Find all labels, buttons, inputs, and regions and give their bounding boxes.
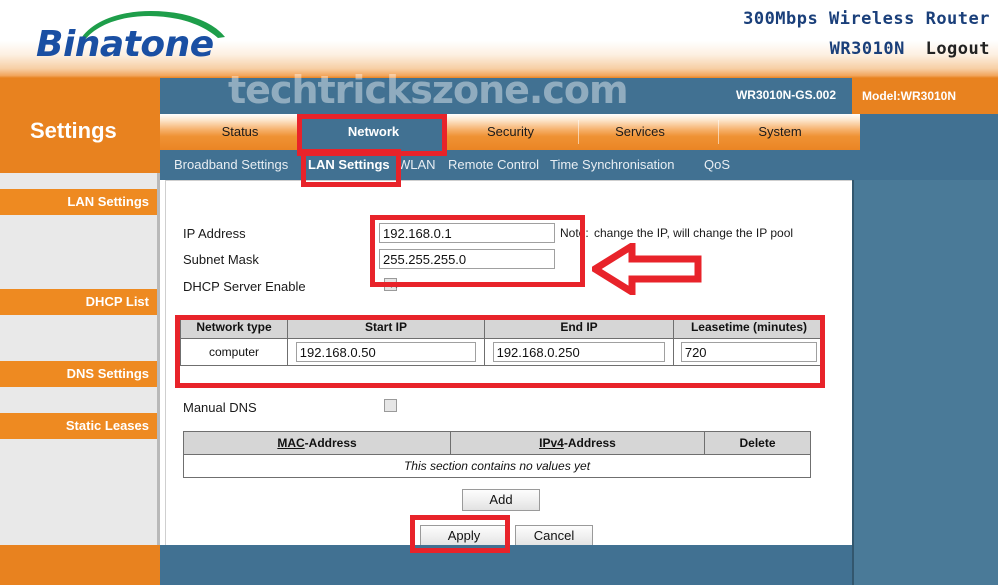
col-mac-rest: -Address xyxy=(304,436,357,450)
sidebar-item-dns-settings[interactable]: DNS Settings xyxy=(0,361,157,387)
sidebar-item-dhcp-list[interactable]: DHCP List xyxy=(0,289,157,315)
apply-button[interactable]: Apply xyxy=(420,525,508,547)
brand-name: Binatone xyxy=(36,24,214,65)
subnav-lan-settings[interactable]: LAN Settings xyxy=(308,150,390,180)
table-row: computer xyxy=(180,338,825,366)
subnet-mask-input[interactable] xyxy=(379,249,555,269)
ip-note-text: change the IP, will change the IP pool xyxy=(594,226,794,240)
col-ipv4-address: IPv4-Address xyxy=(450,431,705,455)
manual-dns-checkbox[interactable] xyxy=(384,399,397,412)
title-bar: techtrickszone.com WR3010N-GS.002 Model:… xyxy=(160,68,998,114)
nav-tab-services[interactable]: Services xyxy=(580,114,700,150)
footer-blue-block xyxy=(852,545,998,585)
main-navigation: Status Network Security Services System xyxy=(160,114,998,150)
sidebar-item-lan-settings[interactable]: LAN Settings xyxy=(0,189,157,215)
nav-tab-network[interactable]: Network xyxy=(301,114,446,150)
col-end-ip: End IP xyxy=(484,315,674,339)
settings-title: Settings xyxy=(30,118,117,143)
cancel-button[interactable]: Cancel xyxy=(515,525,593,547)
content-panel: IP Address Note: change the IP, will cha… xyxy=(165,180,852,547)
settings-banner: Settings xyxy=(0,78,160,173)
col-mac-accesskey: MAC xyxy=(277,436,305,450)
sidebar-item-static-leases[interactable]: Static Leases xyxy=(0,413,157,439)
col-leasetime: Leasetime (minutes) xyxy=(673,315,825,339)
ip-address-input[interactable] xyxy=(379,223,555,243)
subnav-wlan[interactable]: WLAN xyxy=(398,150,436,180)
right-decorative-panel xyxy=(852,180,998,545)
leasetime-input[interactable] xyxy=(680,342,818,362)
site-watermark: techtrickszone.com xyxy=(228,68,629,112)
table-header-row: MAC-Address IPv4-Address Delete xyxy=(183,431,811,455)
col-start-ip: Start IP xyxy=(287,315,485,339)
sub-navigation: Broadband Settings LAN Settings WLAN Rem… xyxy=(160,150,998,180)
col-ipv4-rest: -Address xyxy=(563,436,616,450)
cell-leasetime xyxy=(673,338,825,366)
nav-divider-2 xyxy=(578,120,579,144)
footer-bar xyxy=(0,545,998,585)
nav-divider-3 xyxy=(718,120,719,144)
subnav-qos[interactable]: QoS xyxy=(704,150,730,180)
add-button[interactable]: Add xyxy=(462,489,540,511)
ip-address-label: IP Address xyxy=(183,226,246,241)
empty-table-message: This section contains no values yet xyxy=(183,454,811,478)
brand-logo: Binatone xyxy=(36,8,256,70)
subnav-broadband-settings[interactable]: Broadband Settings xyxy=(174,150,288,180)
manual-dns-label: Manual DNS xyxy=(183,400,257,415)
subnav-remote-control[interactable]: Remote Control xyxy=(448,150,539,180)
nav-tab-system[interactable]: System xyxy=(720,114,840,150)
col-ipv4-accesskey: IPv4 xyxy=(539,436,564,450)
table-row-empty: This section contains no values yet xyxy=(183,454,811,478)
model-name: WR3010N xyxy=(829,39,905,59)
cell-network-type: computer xyxy=(180,338,288,366)
logout-link[interactable]: Logout xyxy=(926,39,990,59)
subnet-mask-label: Subnet Mask xyxy=(183,252,259,267)
dhcp-pool-table: Network type Start IP End IP Leasetime (… xyxy=(180,315,825,366)
product-info: 300Mbps Wireless Router WR3010N Logout xyxy=(743,4,990,64)
static-leases-table: MAC-Address IPv4-Address Delete This sec… xyxy=(183,431,811,478)
col-mac-address: MAC-Address xyxy=(183,431,451,455)
page-header: Binatone 300Mbps Wireless Router WR3010N… xyxy=(0,0,998,78)
dhcp-server-enable-label: DHCP Server Enable xyxy=(183,279,306,294)
product-line-1: 300Mbps Wireless Router xyxy=(743,9,990,29)
table-header-row: Network type Start IP End IP Leasetime (… xyxy=(180,315,825,339)
nav-tab-security[interactable]: Security xyxy=(448,114,573,150)
nav-tab-status[interactable]: Status xyxy=(180,114,300,150)
sidebar: LAN Settings DHCP List DNS Settings Stat… xyxy=(0,173,160,545)
firmware-version: WR3010N-GS.002 xyxy=(735,88,836,102)
cell-end-ip xyxy=(484,338,674,366)
nav-filler xyxy=(860,114,998,150)
end-ip-input[interactable] xyxy=(492,342,666,362)
start-ip-input[interactable] xyxy=(295,342,477,362)
dhcp-server-enable-checkbox[interactable] xyxy=(384,278,397,291)
col-delete: Delete xyxy=(704,431,811,455)
model-badge: Model:WR3010N xyxy=(852,78,998,114)
subnav-time-synchronisation[interactable]: Time Synchronisation xyxy=(550,150,675,180)
col-network-type: Network type xyxy=(180,315,288,339)
ip-note-prefix: Note: xyxy=(560,226,589,240)
product-line-2-row: WR3010N Logout xyxy=(743,34,990,64)
footer-orange-block xyxy=(0,545,160,585)
cell-start-ip xyxy=(287,338,485,366)
